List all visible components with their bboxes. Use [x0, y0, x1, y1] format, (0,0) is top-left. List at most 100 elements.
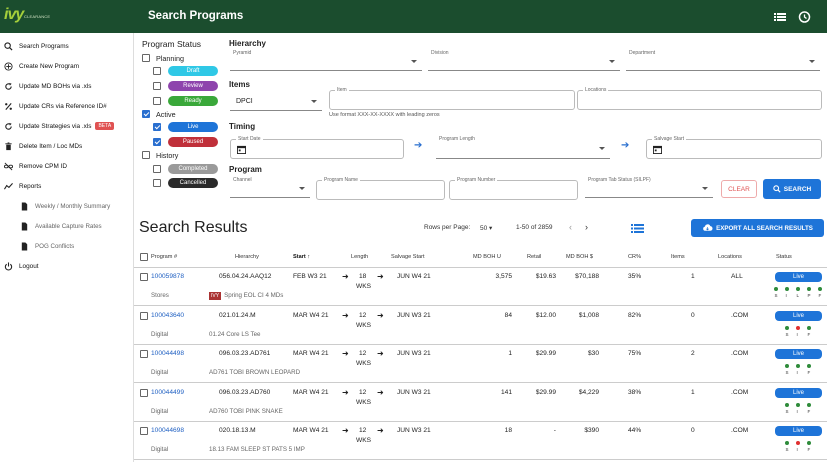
- status-dot-label: F: [807, 447, 811, 452]
- column-header-start[interactable]: Start ↑: [293, 254, 310, 260]
- sidebar-item-available-capture-rates[interactable]: Available Capture Rates: [0, 217, 132, 235]
- active-checkbox[interactable]: [142, 110, 150, 118]
- sidebar-item-update-strategies[interactable]: Update Strategies via .xls BETA: [0, 117, 132, 135]
- sidebar-item-reports[interactable]: Reports: [0, 177, 132, 195]
- row-checkbox[interactable]: [140, 350, 148, 358]
- status-badge[interactable]: Live: [775, 349, 822, 359]
- division-select[interactable]: Division: [428, 50, 620, 71]
- active-label: Active: [156, 110, 176, 119]
- column-header-program[interactable]: Program #: [151, 254, 177, 260]
- row-checkbox[interactable]: [140, 311, 148, 320]
- planning-checkbox[interactable]: [142, 54, 150, 62]
- column-header-hierarchy[interactable]: Hierarchy: [235, 254, 259, 260]
- status-dot-label: F: [818, 293, 822, 298]
- status-dot: [807, 441, 811, 445]
- column-header-length[interactable]: Length: [351, 254, 368, 260]
- row-checkbox[interactable]: [140, 273, 148, 281]
- pyramid-select[interactable]: Pyramid: [230, 50, 422, 71]
- status-badge[interactable]: Live: [775, 426, 822, 436]
- sidebar-item-update-crs[interactable]: Update CRs via Reference ID#: [0, 97, 132, 115]
- paused-checkbox[interactable]: [153, 138, 161, 146]
- tab-status-select[interactable]: Program Tab Status (SILPF): [585, 177, 713, 198]
- history-checkbox[interactable]: [142, 151, 150, 159]
- draft-checkbox[interactable]: [153, 67, 161, 75]
- clear-button[interactable]: CLEAR: [721, 180, 757, 198]
- cancelled-checkbox[interactable]: [153, 179, 161, 187]
- length-unit: WKS: [356, 437, 372, 444]
- row-checkbox[interactable]: [140, 427, 148, 435]
- page-title: Search Programs: [148, 10, 244, 22]
- program-number-link[interactable]: 100043640: [151, 312, 184, 319]
- department-select[interactable]: Department: [626, 50, 820, 71]
- ready-checkbox[interactable]: [153, 97, 161, 105]
- sidebar-item-create-new-program[interactable]: Create New Program: [0, 57, 132, 75]
- program-number-link[interactable]: 100044698: [151, 427, 184, 434]
- column-header-retail[interactable]: Retail: [527, 254, 541, 260]
- arrow-right-icon: ➔: [414, 140, 423, 151]
- table-row[interactable]: 100044499 096.03.23.AD760 MAR W4 21 ➜ 12 WKS ➜…: [134, 384, 827, 422]
- locations-input[interactable]: Locations: [577, 87, 822, 110]
- live-checkbox[interactable]: [153, 123, 161, 131]
- channel-select[interactable]: Channel: [230, 177, 310, 198]
- sidebar-item-pog-conflicts[interactable]: POG Conflicts: [0, 237, 132, 255]
- column-header-salvage-start[interactable]: Salvage Start: [391, 254, 425, 260]
- history-icon[interactable]: [797, 10, 811, 24]
- sidebar-item-weekly-monthly-summary[interactable]: Weekly / Monthly Summary: [0, 197, 132, 215]
- calendar-icon[interactable]: [653, 145, 662, 154]
- table-row[interactable]: 100044698 020.18.13.M MAR W4 21 ➜ 12 WKS ➜ JUN …: [134, 422, 827, 460]
- item-type-select[interactable]: DPCI: [230, 93, 322, 111]
- status-badge[interactable]: Live: [775, 310, 822, 321]
- program-name-input[interactable]: Program Name: [316, 177, 445, 200]
- export-all-button[interactable]: EXPORT ALL SEARCH RESULTS: [691, 219, 824, 237]
- program-number-label: Program Number: [455, 177, 498, 183]
- status-dot: [785, 402, 789, 407]
- locations-cell: .COM: [731, 388, 749, 396]
- sidebar-item-search-programs[interactable]: Search Programs: [0, 37, 132, 55]
- prev-page-icon[interactable]: ‹: [569, 222, 572, 232]
- table-row[interactable]: 100043640 021.01.24.M MAR W4 21 ➜ 12 WKS ➜ JUN …: [134, 307, 827, 345]
- item-input[interactable]: Item: [329, 87, 575, 110]
- column-header-md-boh-u[interactable]: MD BOH U: [473, 254, 501, 260]
- program-length-select[interactable]: Program Length: [436, 136, 610, 159]
- program-number-link[interactable]: 100044498: [151, 350, 184, 357]
- table-row[interactable]: 100044498 096.03.23.AD761 MAR W4 21 ➜ 12 WKS ➜…: [134, 345, 827, 383]
- status-dot: [785, 364, 789, 368]
- completed-chip: Completed: [168, 164, 218, 174]
- status-badge[interactable]: Live: [775, 387, 822, 398]
- select-all-checkbox[interactable]: [140, 253, 148, 261]
- table-row[interactable]: 100059878 056.04.24.AAQ12 FEB W3 21 ➜ 18 WKS ➜…: [134, 268, 827, 306]
- salvage-start-cell: JUN W3 21: [397, 427, 431, 434]
- column-header-locations[interactable]: Locations: [718, 254, 742, 260]
- program-number-input[interactable]: Program Number: [449, 177, 578, 200]
- list-view-icon[interactable]: [773, 10, 787, 24]
- column-header-items[interactable]: Items: [671, 254, 685, 260]
- program-number-link[interactable]: 100059878: [151, 273, 184, 280]
- row-checkbox[interactable]: [140, 388, 148, 397]
- results-title: Search Results: [139, 219, 248, 236]
- retail-cell: $12.00: [535, 311, 556, 319]
- start-date-input[interactable]: Start Date: [230, 136, 404, 159]
- start-cell: MAR W4 21: [293, 350, 329, 357]
- review-checkbox[interactable]: [153, 82, 161, 90]
- salvage-start-input[interactable]: Salvage Start: [646, 136, 822, 159]
- program-number-link[interactable]: 100044499: [151, 389, 184, 396]
- list-view-icon[interactable]: [631, 223, 644, 234]
- next-page-icon[interactable]: ›: [585, 222, 588, 232]
- search-button[interactable]: SEARCH: [763, 179, 821, 199]
- column-header-md-boh-d[interactable]: MD BOH $: [566, 254, 593, 260]
- md-boh-u-cell: 3,575: [495, 273, 512, 280]
- column-header-status[interactable]: Status: [776, 254, 792, 260]
- program-length-label: Program Length: [438, 136, 476, 142]
- calendar-icon[interactable]: [237, 145, 246, 154]
- completed-checkbox[interactable]: [153, 165, 161, 173]
- status-dot: [785, 441, 789, 445]
- status-badge[interactable]: Live: [775, 272, 822, 282]
- sidebar-item-logout[interactable]: Logout: [0, 257, 132, 275]
- sidebar-item-remove-cpm-id[interactable]: Remove CPM ID: [0, 157, 132, 175]
- column-header-cr[interactable]: CR%: [628, 254, 641, 260]
- rows-per-page-label: Rows per Page:: [424, 224, 471, 231]
- sidebar-item-delete-item-loc[interactable]: Delete Item / Loc MDs: [0, 137, 132, 155]
- ivy-logo[interactable]: ivy CLEARANCE: [4, 6, 50, 26]
- sidebar-item-update-md-bohs[interactable]: Update MD BOHs via .xls: [0, 77, 132, 95]
- rows-per-page-select[interactable]: 50 ▾: [480, 224, 492, 232]
